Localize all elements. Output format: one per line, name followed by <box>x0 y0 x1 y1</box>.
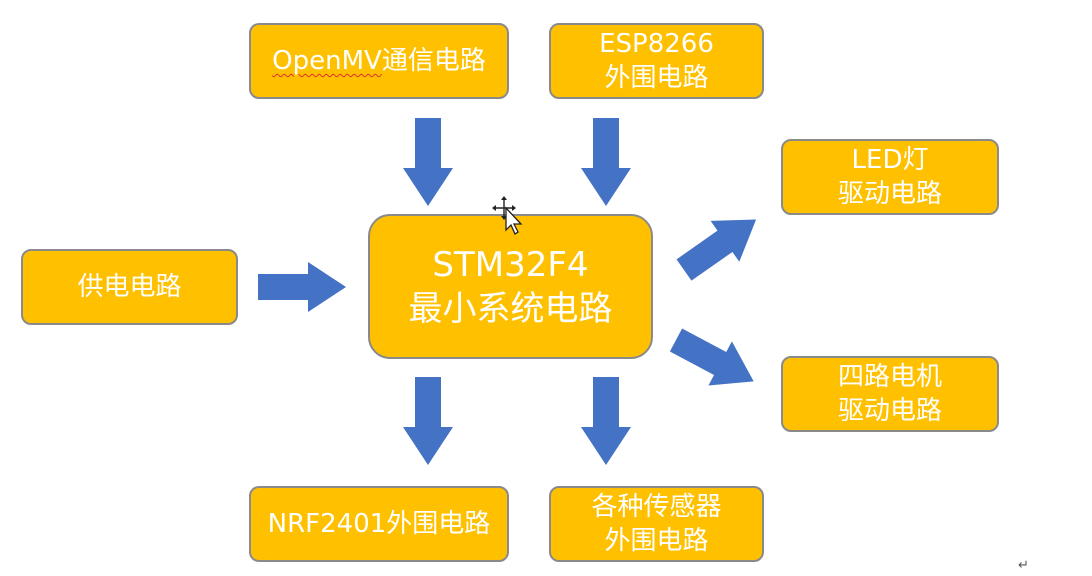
center-line1: STM32F4 <box>432 244 589 285</box>
power-supply-box[interactable]: 供电电路 <box>21 249 238 325</box>
openmv-comm-label: OpenMV通信电路 <box>272 44 486 78</box>
nrf2401-box[interactable]: NRF2401外围电路 <box>249 486 509 562</box>
sensors-line1: 各种传感器 <box>591 492 722 522</box>
led-driver-box[interactable]: LED灯 驱动电路 <box>781 139 999 215</box>
arrow-openmv-to-center <box>403 118 453 206</box>
return-mark-icon: ↵ <box>1018 558 1029 573</box>
led-line2: 驱动电路 <box>837 179 942 209</box>
led-line1: LED灯 <box>851 145 929 175</box>
arrow-power-to-center <box>258 262 346 312</box>
sensors-line2: 外围电路 <box>604 526 709 556</box>
motor-line1: 四路电机 <box>837 362 942 392</box>
esp8266-box[interactable]: ESP8266 外围电路 <box>549 23 764 99</box>
power-line1: 供电电路 <box>77 272 182 302</box>
arrow-center-to-nrf <box>403 377 453 465</box>
motor-line2: 驱动电路 <box>837 396 942 426</box>
sensors-box[interactable]: 各种传感器 外围电路 <box>549 486 764 562</box>
nrf-line1: NRF2401外围电路 <box>267 509 491 539</box>
arrow-center-to-led <box>669 199 771 291</box>
arrow-center-to-motor <box>664 317 766 404</box>
arrow-center-to-sensors <box>581 377 631 465</box>
move-cursor-icon <box>492 196 523 235</box>
openmv-rest: 通信电路 <box>381 46 486 76</box>
esp8266-line2: 外围电路 <box>604 63 709 93</box>
arrow-esp8266-to-center <box>581 118 631 206</box>
esp8266-line1: ESP8266 <box>599 29 714 59</box>
openmv-word: OpenMV <box>272 46 382 76</box>
motor-driver-box[interactable]: 四路电机 驱动电路 <box>781 356 999 432</box>
openmv-comm-box[interactable]: OpenMV通信电路 <box>249 23 509 99</box>
center-line2: 最小系统电路 <box>408 288 613 329</box>
